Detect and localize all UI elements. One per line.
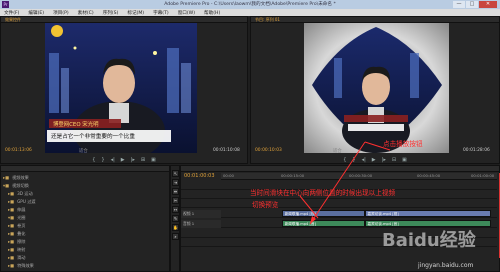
annotation-transition-line1: 当时间滑块在中心向两侧位置的时候出现以上视频 xyxy=(250,189,396,197)
baidu-watermark-url: jingyan.baidu.com xyxy=(418,262,474,269)
annotation-transition-line2: 切换预览 xyxy=(252,201,279,209)
annotation-click-play: 点击播放按钮 xyxy=(383,140,423,148)
baidu-watermark-logo: Baidu经验 xyxy=(382,230,476,251)
